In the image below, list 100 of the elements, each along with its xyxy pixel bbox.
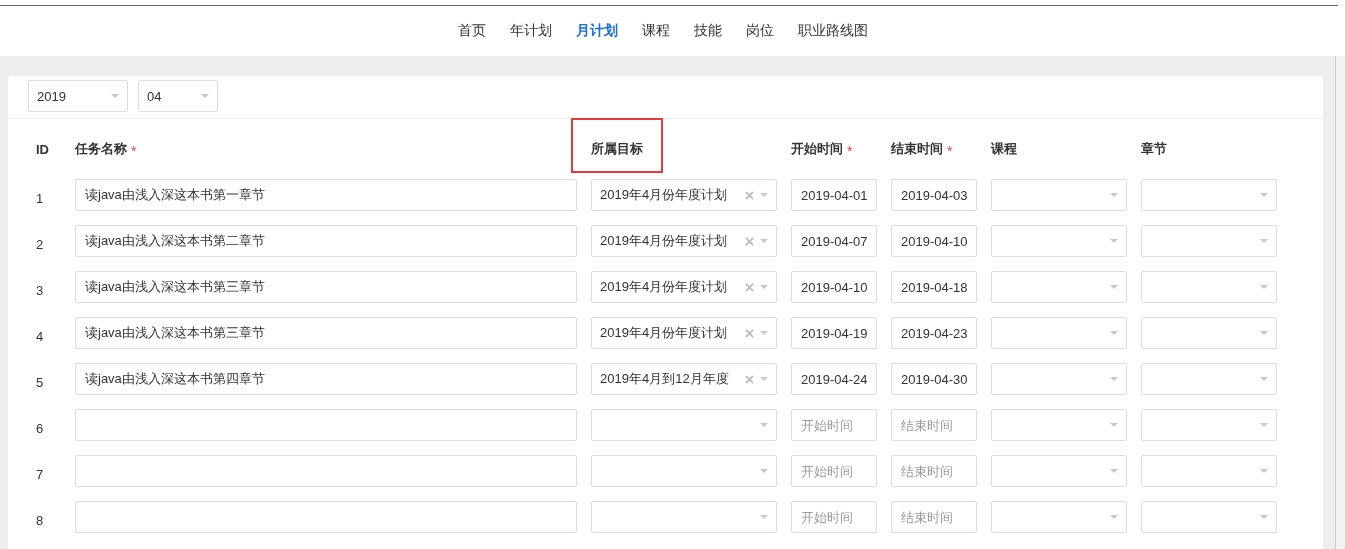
nav-link[interactable]: 职业路线图 (797, 22, 868, 40)
caret-icon (760, 515, 768, 519)
caret-icon (760, 331, 768, 335)
course-select[interactable] (991, 409, 1127, 441)
nav-link[interactable]: 年计划 (509, 22, 552, 40)
task-name-field[interactable] (75, 409, 577, 441)
clear-icon[interactable] (745, 282, 754, 292)
chapter-select[interactable] (1141, 225, 1277, 257)
caret-icon (1260, 515, 1268, 519)
end-date-field[interactable]: 2019-04-18 (891, 271, 977, 303)
column-header: ID (35, 141, 49, 157)
goal-select[interactable]: 2019年4月份年度计划 (591, 317, 777, 349)
start-date-field[interactable]: 2019-04-24 (791, 363, 877, 395)
caret-icon (1260, 469, 1268, 473)
goal-select[interactable]: 2019年4月份年度计划 (591, 225, 777, 257)
start-date-field[interactable]: 2019-04-10 (791, 271, 877, 303)
start-date-field[interactable]: 2019-04-07 (791, 225, 877, 257)
caret-icon (1260, 331, 1268, 335)
row-id: 8 (35, 513, 45, 528)
task-name-field[interactable]: 读java由浅入深这本书第二章节 (75, 225, 577, 257)
clear-icon[interactable] (745, 328, 754, 338)
start-date-field[interactable]: 开始时间 (791, 501, 877, 533)
year-select[interactable]: 2019 (28, 80, 128, 112)
end-date-field[interactable]: 2019-04-03 (891, 179, 977, 211)
caret-icon (760, 285, 768, 289)
chapter-select[interactable] (1141, 271, 1277, 303)
task-name-field[interactable] (75, 501, 577, 533)
scrollbar[interactable] (1335, 56, 1345, 549)
course-select[interactable] (991, 225, 1127, 257)
course-select[interactable] (991, 501, 1127, 533)
clear-icon[interactable] (745, 190, 754, 200)
course-select[interactable] (991, 179, 1127, 211)
course-select[interactable] (991, 317, 1127, 349)
goal-select[interactable] (591, 455, 777, 487)
column-header: 章节 (1141, 140, 1167, 158)
goal-select[interactable]: 2019年4月份年度计划 (591, 271, 777, 303)
end-date-field[interactable]: 结束时间 (891, 455, 977, 487)
chapter-select[interactable] (1141, 455, 1277, 487)
caret-icon (1110, 423, 1118, 427)
course-select[interactable] (991, 271, 1127, 303)
task-name-field[interactable] (75, 455, 577, 487)
caret-icon (760, 239, 768, 243)
chapter-select[interactable] (1141, 179, 1277, 211)
task-name-field[interactable]: 读java由浅入深这本书第三章节 (75, 317, 577, 349)
caret-icon (1260, 423, 1268, 427)
goal-select[interactable]: 2019年4月到12月年度 (591, 363, 777, 395)
nav-link[interactable]: 月计划 (575, 22, 618, 40)
column-header: 开始时间 (791, 140, 843, 158)
caret-icon (1110, 193, 1118, 197)
start-date-field[interactable]: 开始时间 (791, 455, 877, 487)
caret-icon (1260, 377, 1268, 381)
start-date-field[interactable]: 2019-04-19 (791, 317, 877, 349)
row-id: 7 (35, 467, 45, 482)
nav-link[interactable]: 课程 (641, 22, 670, 40)
goal-select[interactable]: 2019年4月份年度计划 (591, 179, 777, 211)
end-date-field[interactable]: 2019-04-10 (891, 225, 977, 257)
goal-select[interactable] (591, 409, 777, 441)
end-date-field[interactable]: 结束时间 (891, 409, 977, 441)
task-name-field[interactable]: 读java由浅入深这本书第一章节 (75, 179, 577, 211)
caret-icon (1110, 239, 1118, 243)
row-id: 5 (35, 375, 45, 390)
nav-link[interactable]: 首页 (457, 22, 486, 40)
chapter-select[interactable] (1141, 409, 1277, 441)
nav-link[interactable]: 技能 (693, 22, 722, 40)
row-id: 1 (35, 191, 45, 206)
start-date-field[interactable]: 2019-04-01 (791, 179, 877, 211)
caret-icon (760, 423, 768, 427)
required-mark: * (131, 142, 137, 158)
caret-icon (1110, 377, 1118, 381)
clear-icon[interactable] (745, 374, 754, 384)
month-select[interactable]: 04 (138, 80, 218, 112)
chapter-select[interactable] (1141, 317, 1277, 349)
row-id: 6 (35, 421, 45, 436)
column-header: 任务名称 (75, 140, 127, 158)
chapter-select[interactable] (1141, 501, 1277, 533)
row-id: 3 (35, 283, 45, 298)
start-date-field[interactable]: 开始时间 (791, 409, 877, 441)
clear-icon[interactable] (745, 236, 754, 246)
course-select[interactable] (991, 363, 1127, 395)
caret-icon (1110, 469, 1118, 473)
chapter-select[interactable] (1141, 363, 1277, 395)
column-header: 课程 (991, 140, 1017, 158)
task-name-field[interactable]: 读java由浅入深这本书第四章节 (75, 363, 577, 395)
end-date-field[interactable]: 结束时间 (891, 501, 977, 533)
caret-icon (1260, 239, 1268, 243)
end-date-field[interactable]: 2019-04-30 (891, 363, 977, 395)
row-id: 4 (35, 329, 45, 344)
caret-icon (760, 193, 768, 197)
goal-select[interactable] (591, 501, 777, 533)
required-mark: * (947, 142, 953, 158)
nav-link[interactable]: 岗位 (745, 22, 774, 40)
task-name-field[interactable]: 读java由浅入深这本书第三章节 (75, 271, 577, 303)
end-date-field[interactable]: 2019-04-23 (891, 317, 977, 349)
caret-icon (201, 94, 209, 98)
caret-icon (1110, 331, 1118, 335)
caret-icon (760, 377, 768, 381)
caret-icon (760, 469, 768, 473)
caret-icon (1260, 285, 1268, 289)
column-header: 所属目标 (591, 140, 643, 158)
course-select[interactable] (991, 455, 1127, 487)
